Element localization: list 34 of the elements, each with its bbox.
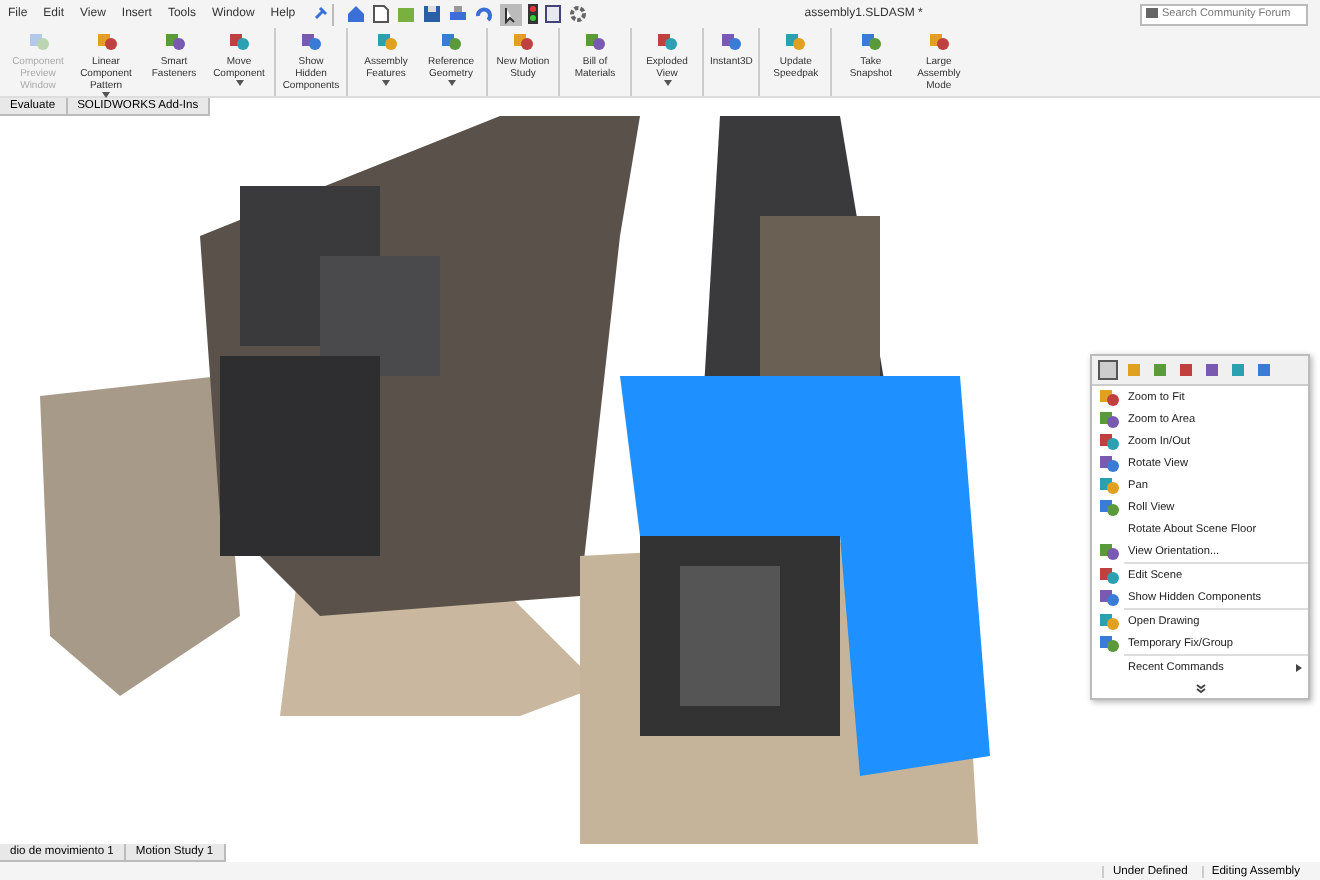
- traffic-light-icon[interactable]: [527, 4, 538, 24]
- tool-icon: [228, 30, 250, 52]
- expand-chevron-icon[interactable]: [1195, 683, 1205, 693]
- command-icon: [1098, 430, 1120, 452]
- command-icon: [1098, 564, 1120, 586]
- tool-icon: [584, 30, 606, 52]
- tool-icon: [720, 30, 743, 52]
- box-select-icon[interactable]: [1098, 360, 1118, 380]
- command-icon: [1098, 386, 1120, 408]
- gear-icon[interactable]: [567, 4, 588, 24]
- save-icon[interactable]: [421, 4, 442, 24]
- undo-icon[interactable]: [473, 4, 494, 24]
- tool-icon: [27, 30, 49, 52]
- command-icon: [1098, 452, 1120, 474]
- new-document-icon[interactable]: [371, 4, 390, 24]
- tool-icon: [927, 30, 950, 52]
- tool-icon: [375, 30, 397, 52]
- command-icon: [1098, 632, 1120, 654]
- tool-icon: [512, 30, 534, 52]
- home-icon[interactable]: [345, 4, 366, 24]
- tool-icon: [656, 30, 678, 52]
- tool-icon: [95, 30, 117, 52]
- command-icon: [1098, 496, 1120, 518]
- command-icon: [1098, 610, 1120, 632]
- tool-icon: [859, 30, 882, 52]
- command-icon: [1098, 540, 1120, 562]
- command-icon: [1098, 408, 1120, 430]
- tool-icon: [163, 30, 185, 52]
- print-icon[interactable]: [447, 4, 468, 24]
- tool-icon: [784, 30, 807, 52]
- tool-icon: [300, 30, 322, 52]
- command-icon: [1098, 474, 1120, 496]
- command-icon: [1098, 586, 1120, 608]
- tool-icon: [440, 30, 462, 52]
